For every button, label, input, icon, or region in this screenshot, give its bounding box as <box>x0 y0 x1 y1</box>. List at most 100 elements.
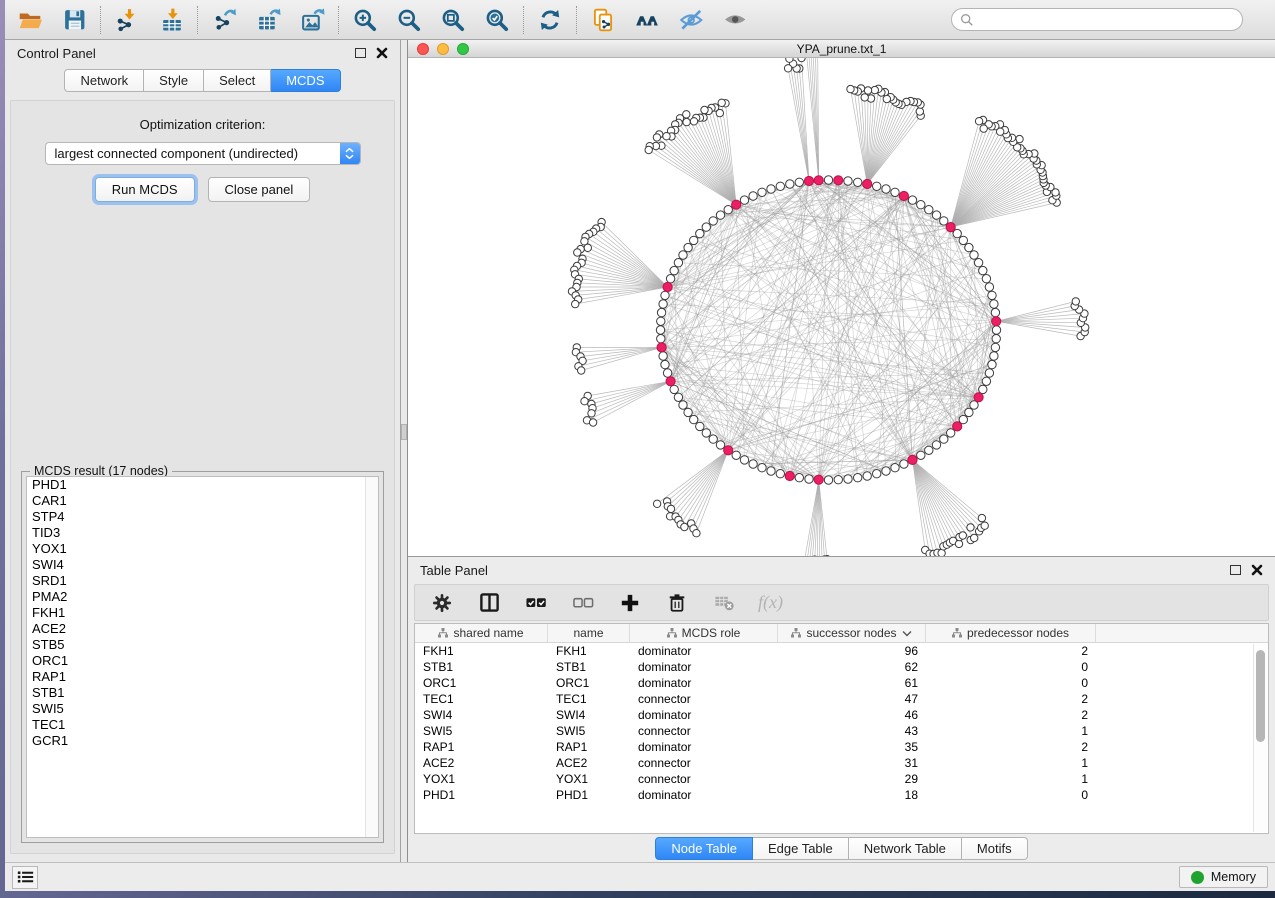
run-mcds-button[interactable]: Run MCDS <box>95 177 195 202</box>
cell-shared-name: RAP1 <box>415 739 548 755</box>
cell-name: ORC1 <box>548 675 630 691</box>
show-all-icon[interactable] <box>722 7 748 33</box>
table-row[interactable]: SWI4SWI4dominator462 <box>415 707 1268 723</box>
table-scrollbar[interactable] <box>1253 644 1267 832</box>
mcds-result-item[interactable]: FKH1 <box>27 605 378 621</box>
tab-style[interactable]: Style <box>144 69 204 92</box>
table-row[interactable]: ORC1ORC1dominator610 <box>415 675 1268 691</box>
function-builder-icon[interactable]: f(x) <box>758 592 783 613</box>
optimization-criterion-select[interactable]: largest connected component (undirected) <box>45 142 361 165</box>
table-row[interactable]: FKH1FKH1dominator962 <box>415 643 1268 659</box>
mcds-result-item[interactable]: ORC1 <box>27 653 378 669</box>
delete-table-icon[interactable] <box>711 590 737 616</box>
refresh-icon[interactable] <box>537 7 563 33</box>
import-table-icon[interactable] <box>158 7 184 33</box>
splitter-grip[interactable] <box>401 424 407 440</box>
mcds-result-item[interactable]: CAR1 <box>27 493 378 509</box>
save-session-icon[interactable] <box>61 7 87 33</box>
mcds-result-item[interactable]: SRD1 <box>27 573 378 589</box>
table-row[interactable]: ACE2ACE2connector311 <box>415 755 1268 771</box>
search-input[interactable] <box>979 13 1234 27</box>
mcds-result-item[interactable]: ACE2 <box>27 621 378 637</box>
network-window: YPA_prune.txt_1 <box>408 40 1275 557</box>
network-window-titlebar[interactable]: YPA_prune.txt_1 <box>408 40 1275 58</box>
search-field[interactable] <box>951 8 1243 31</box>
zoom-in-icon[interactable] <box>352 7 378 33</box>
mcds-result-item[interactable]: TID3 <box>27 525 378 541</box>
mcds-result-list[interactable]: PHD1CAR1STP4TID3YOX1SWI4SRD1PMA2FKH1ACE2… <box>26 476 379 838</box>
table-row[interactable]: PHD1PHD1dominator180 <box>415 787 1268 803</box>
node-table[interactable]: shared namenameMCDS rolesuccessor nodesp… <box>414 623 1269 834</box>
zoom-out-icon[interactable] <box>396 7 422 33</box>
task-history-button[interactable] <box>12 866 38 889</box>
memory-button[interactable]: Memory <box>1179 866 1268 888</box>
export-image-icon[interactable] <box>299 7 325 33</box>
cell-shared-name: SWI4 <box>415 707 548 723</box>
cell-shared-name: STB1 <box>415 659 548 675</box>
cell-successor-nodes: 62 <box>778 659 926 675</box>
mcds-result-item[interactable]: RAP1 <box>27 669 378 685</box>
close-table-panel-icon[interactable] <box>1251 564 1263 576</box>
settings-gear-icon[interactable] <box>429 590 455 616</box>
zoom-fit-icon[interactable] <box>440 7 466 33</box>
tab-network-table[interactable]: Network Table <box>849 837 962 860</box>
tab-node-table[interactable]: Node Table <box>655 837 753 860</box>
mcds-result-item[interactable]: GCR1 <box>27 733 378 749</box>
mcds-result-item[interactable]: STB1 <box>27 685 378 701</box>
open-file-icon[interactable] <box>17 7 43 33</box>
close-panel-icon[interactable] <box>376 47 388 59</box>
column-header-name[interactable]: name <box>548 624 630 642</box>
mcds-panel: Optimization criterion: largest connecte… <box>10 100 395 854</box>
float-panel-icon[interactable] <box>355 48 366 58</box>
mcds-result-item[interactable]: STB5 <box>27 637 378 653</box>
clone-network-icon[interactable] <box>590 7 616 33</box>
close-panel-button[interactable]: Close panel <box>208 177 311 202</box>
table-scrollbar-thumb[interactable] <box>1256 650 1265 742</box>
mcds-result-item[interactable]: YOX1 <box>27 541 378 557</box>
export-table-icon[interactable] <box>255 7 281 33</box>
table-row[interactable]: STB1STB1dominator620 <box>415 659 1268 675</box>
tab-select[interactable]: Select <box>204 69 271 92</box>
control-panel: Control Panel NetworkStyleSelectMCDS Opt… <box>5 40 400 862</box>
mcds-result-item[interactable]: PMA2 <box>27 589 378 605</box>
export-network-icon[interactable] <box>211 7 237 33</box>
panel-splitter[interactable] <box>400 40 408 862</box>
show-columns-icon[interactable] <box>476 590 502 616</box>
table-row[interactable]: RAP1RAP1dominator352 <box>415 739 1268 755</box>
column-header-successor-nodes[interactable]: successor nodes <box>778 624 926 642</box>
float-table-panel-icon[interactable] <box>1230 565 1241 575</box>
cell-name: STB1 <box>548 659 630 675</box>
tab-mcds[interactable]: MCDS <box>271 69 340 92</box>
column-header-predecessor-nodes[interactable]: predecessor nodes <box>926 624 1096 642</box>
hide-selected-icon[interactable] <box>678 7 704 33</box>
mcds-result-item[interactable]: PHD1 <box>27 477 378 493</box>
tab-edge-table[interactable]: Edge Table <box>753 837 849 860</box>
table-row[interactable]: TEC1TEC1connector472 <box>415 691 1268 707</box>
control-panel-title: Control Panel <box>17 46 96 61</box>
column-type-icon <box>667 628 677 638</box>
mcds-result-item[interactable]: TEC1 <box>27 717 378 733</box>
table-row[interactable]: SWI5SWI5connector431 <box>415 723 1268 739</box>
cell-name: RAP1 <box>548 739 630 755</box>
deselect-all-icon[interactable] <box>570 590 596 616</box>
import-network-icon[interactable] <box>114 7 140 33</box>
result-list-scrollbar[interactable] <box>365 477 378 837</box>
table-row[interactable]: YOX1YOX1connector291 <box>415 771 1268 787</box>
network-canvas[interactable] <box>408 58 1275 556</box>
first-neighbors-icon[interactable] <box>634 7 660 33</box>
delete-column-icon[interactable] <box>664 590 690 616</box>
column-type-icon <box>791 628 801 638</box>
zoom-selected-icon[interactable] <box>484 7 510 33</box>
cell-shared-name: ACE2 <box>415 755 548 771</box>
select-all-icon[interactable] <box>523 590 549 616</box>
cell-predecessor-nodes: 1 <box>926 755 1096 771</box>
add-column-icon[interactable] <box>617 590 643 616</box>
tab-network[interactable]: Network <box>64 69 144 92</box>
mcds-result-item[interactable]: SWI5 <box>27 701 378 717</box>
mcds-result-item[interactable]: SWI4 <box>27 557 378 573</box>
mcds-result-item[interactable]: STP4 <box>27 509 378 525</box>
column-header-mcds-role[interactable]: MCDS role <box>630 624 778 642</box>
column-header-shared-name[interactable]: shared name <box>415 624 548 642</box>
tab-motifs[interactable]: Motifs <box>962 837 1028 860</box>
mcds-result-group: MCDS result (17 nodes) PHD1CAR1STP4TID3Y… <box>21 471 384 843</box>
